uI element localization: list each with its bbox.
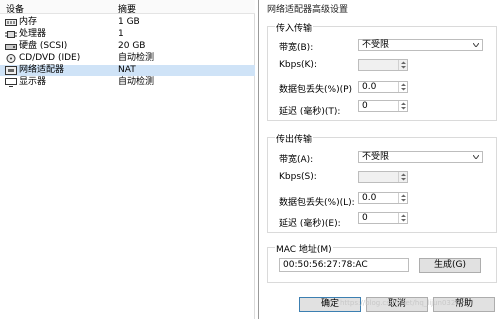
incoming-latency-value: 0 bbox=[362, 101, 368, 111]
mac-address-field[interactable]: 00:50:56:27:78:AC bbox=[279, 258, 409, 272]
spinner-arrows-icon bbox=[401, 173, 406, 181]
device-summary: 1 GB bbox=[118, 17, 140, 27]
dialog-title: 网络适配器高级设置 bbox=[267, 5, 349, 15]
incoming-loss-value: 0.0 bbox=[362, 82, 377, 92]
device-row-hard-disk[interactable]: 硬盘 (SCSI) 20 GB bbox=[0, 41, 255, 52]
spinner-arrows-icon bbox=[401, 61, 406, 69]
device-column-header[interactable]: 设备 bbox=[6, 2, 24, 15]
device-row-memory[interactable]: 内存 1 GB bbox=[0, 17, 255, 28]
memory-icon bbox=[5, 19, 17, 26]
incoming-kbps-input[interactable] bbox=[358, 59, 408, 71]
spinner-arrows-icon bbox=[401, 214, 406, 222]
mac-group-label: MAC 地址(M) bbox=[275, 242, 333, 255]
spinner-arrows-icon bbox=[401, 83, 406, 91]
incoming-kbps-spinner[interactable] bbox=[398, 60, 407, 70]
outgoing-loss-spinner[interactable] bbox=[398, 193, 407, 203]
watermark: https://blog.csdn.net/hq_lijun0320 bbox=[340, 299, 460, 307]
hard-disk-icon bbox=[5, 44, 17, 50]
cd-dvd-icon bbox=[6, 54, 16, 63]
generate-button[interactable]: 生成(G) bbox=[419, 258, 481, 273]
device-name: 硬盘 (SCSI) bbox=[19, 41, 68, 51]
device-name: 显示器 bbox=[19, 77, 47, 87]
device-row-network-adapter[interactable]: 网络适配器 NAT bbox=[0, 65, 255, 76]
network-adapter-advanced-dialog: 网络适配器高级设置 传入传输 带宽(B): 不受限 Kbps(K): 数据包丢失… bbox=[258, 0, 500, 319]
incoming-latency-spinner[interactable] bbox=[398, 101, 407, 111]
outgoing-kbps-label: Kbps(S): bbox=[279, 172, 317, 182]
device-row-display[interactable]: 显示器 自动检测 bbox=[0, 77, 255, 88]
outgoing-bandwidth-label: 带宽(A): bbox=[279, 155, 314, 165]
device-summary: NAT bbox=[118, 65, 136, 75]
summary-column-header[interactable]: 摘要 bbox=[118, 2, 136, 15]
outgoing-kbps-input[interactable] bbox=[358, 171, 408, 183]
outgoing-bandwidth-select[interactable]: 不受限 bbox=[358, 151, 483, 163]
chevron-down-icon bbox=[473, 155, 479, 159]
outgoing-latency-label: 延迟 (毫秒)(E): bbox=[279, 219, 341, 229]
device-name: 内存 bbox=[19, 17, 38, 27]
outgoing-loss-input[interactable]: 0.0 bbox=[358, 192, 408, 204]
device-name: 处理器 bbox=[19, 29, 47, 39]
outgoing-latency-spinner[interactable] bbox=[398, 213, 407, 223]
device-summary: 1 bbox=[118, 29, 124, 39]
outgoing-group-label: 传出传输 bbox=[275, 132, 314, 145]
device-name: 网络适配器 bbox=[19, 65, 65, 75]
device-row-processor[interactable]: 处理器 1 bbox=[0, 29, 255, 40]
outgoing-kbps-spinner[interactable] bbox=[398, 172, 407, 182]
device-summary: 自动检测 bbox=[118, 53, 155, 63]
device-summary: 自动检测 bbox=[118, 77, 155, 87]
incoming-loss-label: 数据包丢失(%)(P) bbox=[279, 85, 353, 95]
outgoing-loss-value: 0.0 bbox=[362, 193, 377, 203]
device-summary: 20 GB bbox=[118, 41, 146, 51]
incoming-latency-input[interactable]: 0 bbox=[358, 100, 408, 112]
processor-icon bbox=[5, 31, 17, 38]
outgoing-bandwidth-value: 不受限 bbox=[362, 152, 390, 162]
device-panel: 设备 摘要 内存 1 GB 处理器 1 硬盘 (SCSI) 20 GB CD/D… bbox=[0, 0, 255, 319]
incoming-group-label: 传入传输 bbox=[275, 21, 314, 34]
incoming-bandwidth-select[interactable]: 不受限 bbox=[358, 39, 483, 51]
incoming-bandwidth-label: 带宽(B): bbox=[279, 43, 314, 53]
chevron-down-icon bbox=[473, 43, 479, 47]
spinner-arrows-icon bbox=[401, 102, 406, 110]
outgoing-latency-input[interactable]: 0 bbox=[358, 212, 408, 224]
spinner-arrows-icon bbox=[401, 194, 406, 202]
network-adapter-icon bbox=[5, 66, 17, 75]
device-name: CD/DVD (IDE) bbox=[19, 53, 81, 63]
incoming-loss-input[interactable]: 0.0 bbox=[358, 81, 408, 93]
outgoing-latency-value: 0 bbox=[362, 213, 368, 223]
display-icon bbox=[5, 78, 17, 87]
device-row-cd-dvd[interactable]: CD/DVD (IDE) 自动检测 bbox=[0, 53, 255, 64]
incoming-latency-label: 延迟 (毫秒)(T): bbox=[279, 107, 341, 117]
mac-address-value: 00:50:56:27:78:AC bbox=[283, 260, 368, 270]
device-list-header: 设备 摘要 bbox=[0, 0, 255, 15]
outgoing-loss-label: 数据包丢失(%)(L): bbox=[279, 198, 355, 208]
incoming-loss-spinner[interactable] bbox=[398, 82, 407, 92]
incoming-bandwidth-value: 不受限 bbox=[362, 40, 390, 50]
incoming-kbps-label: Kbps(K): bbox=[279, 60, 317, 70]
